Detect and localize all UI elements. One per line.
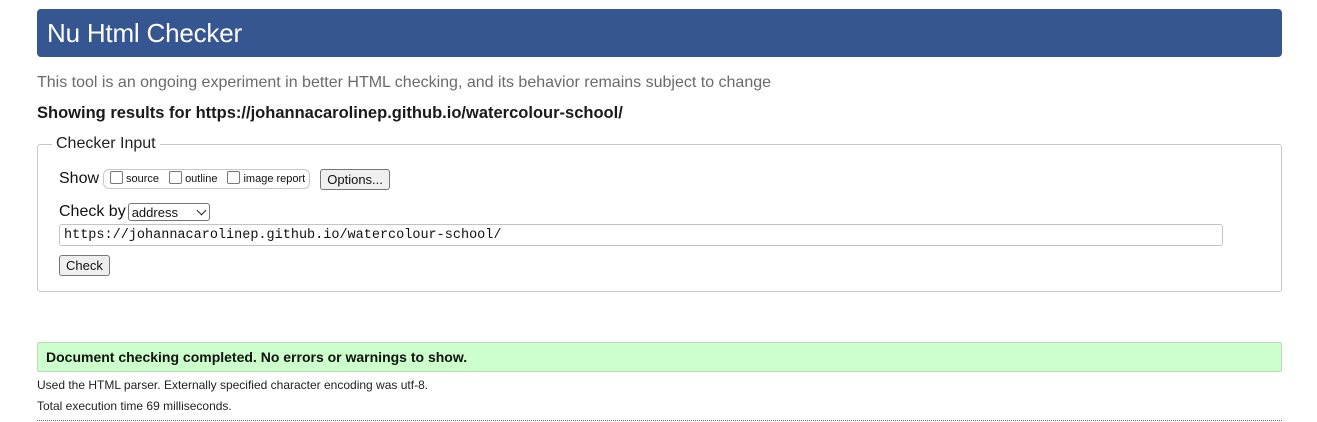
check-button[interactable]: Check: [59, 255, 110, 276]
show-options-group: source outline image report: [103, 169, 311, 189]
parser-details: Used the HTML parser. Externally specifi…: [37, 378, 429, 392]
source-checkbox-label: source: [126, 173, 160, 185]
image-report-checkbox[interactable]: [227, 170, 241, 184]
chevron-down-icon: [196, 205, 207, 215]
show-image-report-option[interactable]: image report: [227, 170, 306, 185]
checker-input-legend: Checker Input: [52, 135, 160, 153]
image-report-checkbox-label: image report: [243, 173, 306, 185]
page: Nu Html Checker This tool is an ongoing …: [0, 0, 1317, 422]
check-by-selected-value: address: [131, 204, 178, 220]
checker-input-fieldset: Checker Input Show source outline image …: [37, 135, 1282, 292]
url-input[interactable]: https://johannacarolinep.github.io/water…: [59, 224, 1223, 246]
outline-checkbox[interactable]: [169, 170, 183, 184]
outline-checkbox-label: outline: [185, 173, 218, 185]
source-checkbox[interactable]: [110, 170, 124, 184]
show-options-row: Show source outline image report Options…: [59, 168, 390, 190]
page-title: Nu Html Checker: [47, 17, 242, 48]
show-outline-option[interactable]: outline: [169, 170, 218, 185]
check-by-label: Check by: [59, 203, 126, 220]
page-header: Nu Html Checker: [37, 9, 1282, 57]
tagline: This tool is an ongoing experiment in be…: [37, 74, 772, 91]
execution-time: Total execution time 69 milliseconds.: [37, 399, 232, 413]
show-source-option[interactable]: source: [110, 170, 160, 185]
check-by-row: Check by address: [59, 202, 210, 222]
success-message: Document checking completed. No errors o…: [37, 342, 1282, 372]
check-by-select[interactable]: address: [127, 203, 210, 221]
showing-results-heading: Showing results for https://johannacarol…: [37, 104, 623, 122]
show-label: Show: [59, 170, 100, 187]
divider: [37, 420, 1282, 421]
options-button[interactable]: Options...: [320, 168, 390, 190]
